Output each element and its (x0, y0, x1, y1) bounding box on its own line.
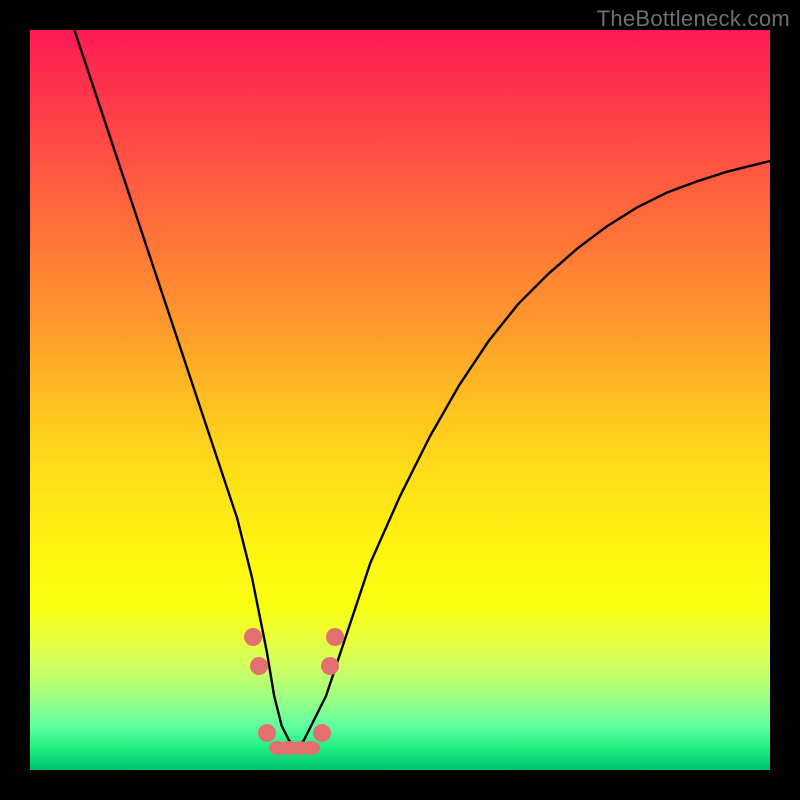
chart-data-dot (326, 628, 344, 646)
chart-data-dot (250, 657, 268, 675)
watermark-text: TheBottleneck.com (597, 6, 790, 32)
chart-data-dot (313, 724, 331, 742)
chart-data-dot (302, 741, 320, 755)
chart-dots-layer (30, 30, 770, 770)
chart-plot-area (30, 30, 770, 770)
chart-data-dot (321, 657, 339, 675)
chart-data-dot (244, 628, 262, 646)
chart-data-dot (258, 724, 276, 742)
